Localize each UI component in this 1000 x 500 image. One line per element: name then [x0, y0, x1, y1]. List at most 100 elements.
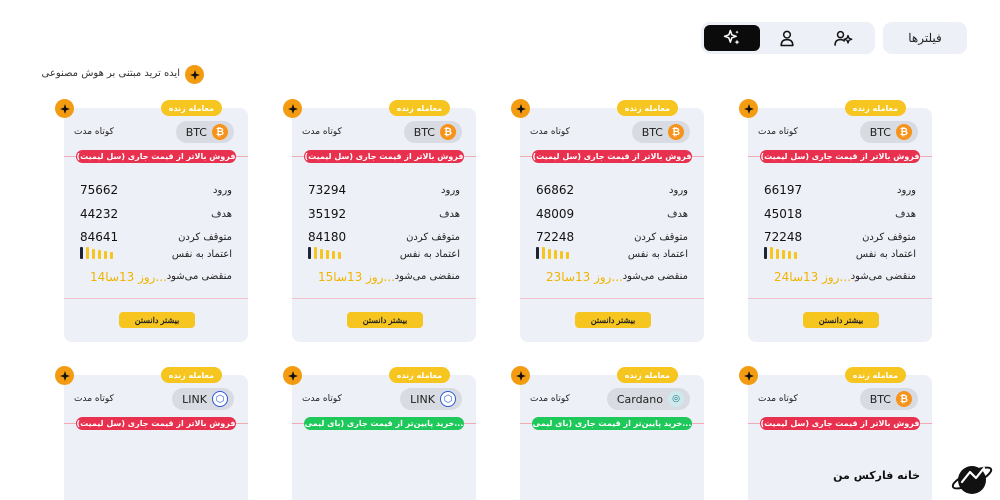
stop-label: متوقف کردن: [178, 232, 232, 243]
coin-chip[interactable]: Cardano ◎: [606, 388, 690, 410]
coin-chip[interactable]: BTC ₿: [859, 388, 918, 410]
confidence-bar: [98, 250, 101, 259]
confidence-bar: [776, 249, 779, 259]
ai-sparkle-icon: [185, 65, 204, 84]
coin-name: LINK: [182, 392, 207, 406]
coin-chip[interactable]: BTC ₿: [631, 121, 690, 143]
user-view-button[interactable]: [759, 25, 815, 51]
confidence-bar: [794, 252, 797, 259]
filters-button[interactable]: فیلترها: [883, 22, 967, 54]
term-label: کوتاه مدت: [74, 127, 114, 137]
coin-chip[interactable]: LINK ⬡: [172, 388, 234, 410]
trade-card[interactable]: معامله زنده کوتاه مدت BTC ₿ فروش بالاتر از ق…: [511, 99, 704, 342]
entry-label: ورود: [669, 185, 688, 196]
confidence-bar: [536, 247, 539, 259]
live-trade-badge: معامله زنده: [388, 367, 450, 383]
confidence-bar: [104, 251, 107, 259]
chainlink-icon: ⬡: [212, 391, 228, 407]
ai-sparkle-icon: [283, 99, 302, 118]
bitcoin-icon: ₿: [896, 124, 912, 140]
stop-value: 72248: [764, 230, 803, 244]
trade-card[interactable]: معامله زنده کوتاه مدت BTC ₿ فروش بالاتر از ق…: [739, 99, 932, 342]
page-root: فیلترها ایده ترید مبتنی بر هوش مصنوعی مع…: [0, 0, 1000, 500]
confidence-bar: [332, 251, 335, 259]
bitcoin-icon: ₿: [668, 124, 684, 140]
card-divider: [520, 298, 704, 299]
confidence-bar: [548, 249, 551, 259]
order-type-badge: فروش بالاتر از قیمت جاری (سل لیمیت): [760, 150, 920, 163]
chainlink-icon: ⬡: [440, 391, 456, 407]
coin-chip[interactable]: BTC ₿: [859, 121, 918, 143]
coin-chip[interactable]: LINK ⬡: [400, 388, 462, 410]
confidence-bar: [80, 247, 83, 259]
sparkles-icon: [723, 29, 740, 45]
expires-value: 24روز 13سا...: [774, 270, 851, 284]
bitcoin-icon: ₿: [212, 124, 228, 140]
trade-card[interactable]: معامله زنده کوتاه مدت LINK ⬡ فروش بالاتر از …: [55, 366, 248, 500]
trade-card[interactable]: معامله زنده کوتاه مدت BTC ₿ فروش بالاتر از ق…: [283, 99, 476, 342]
ai-view-button[interactable]: [704, 25, 760, 51]
live-trade-badge: معامله زنده: [616, 100, 678, 116]
confidence-bar: [320, 249, 323, 259]
order-type-badge: خرید پایین‌تر از قیمت جاری (بای لیمی...: [304, 417, 464, 430]
confidence-bar: [554, 250, 557, 259]
confidence-bar: [338, 252, 341, 259]
order-type-badge: فروش بالاتر از قیمت جاری (سل لیمیت): [760, 417, 920, 430]
ai-sparkle-icon: [55, 99, 74, 118]
ai-sparkle-icon: [739, 99, 758, 118]
term-label: کوتاه مدت: [530, 394, 570, 404]
expires-value: 14روز 13سا...: [90, 270, 167, 284]
user-sparkles-icon: [834, 30, 853, 46]
term-label: کوتاه مدت: [758, 127, 798, 137]
target-value: 45018: [764, 207, 803, 221]
confidence-bar: [566, 252, 569, 259]
coin-name: BTC: [869, 392, 891, 406]
entry-value: 73294: [308, 183, 347, 197]
confidence-bar: [308, 247, 311, 259]
expires-label: منقضی می‌شود: [166, 271, 232, 282]
brand-mark-icon: [951, 466, 993, 494]
entry-label: ورود: [213, 185, 232, 196]
live-trade-badge: معامله زنده: [160, 367, 222, 383]
trade-card[interactable]: معامله زنده کوتاه مدت BTC ₿ فروش بالاتر از ق…: [55, 99, 248, 342]
cardano-icon: ◎: [668, 391, 684, 407]
term-label: کوتاه مدت: [302, 127, 342, 137]
confidence-bar: [560, 251, 563, 259]
live-trade-badge: معامله زنده: [160, 100, 222, 116]
learn-more-button[interactable]: بیشتر دانستن: [347, 312, 423, 328]
top-bar: فیلترها: [0, 20, 1000, 56]
term-label: کوتاه مدت: [758, 394, 798, 404]
ai-sparkle-icon: [511, 99, 530, 118]
order-type-badge: فروش بالاتر از قیمت جاری (سل لیمیت): [304, 150, 464, 163]
trade-card[interactable]: معامله زنده کوتاه مدت LINK ⬡ خرید پایین‌تر ا…: [283, 366, 476, 500]
card-divider: [292, 298, 476, 299]
term-label: کوتاه مدت: [74, 394, 114, 404]
learn-more-button[interactable]: بیشتر دانستن: [119, 312, 195, 328]
confidence-bar: [542, 247, 545, 259]
trade-card[interactable]: معامله زنده کوتاه مدت Cardano ◎ خرید پایین‌ت…: [511, 366, 704, 500]
user-icon: [780, 30, 794, 47]
confidence-bar: [92, 249, 95, 259]
order-type-badge: فروش بالاتر از قیمت جاری (سل لیمیت): [532, 150, 692, 163]
stop-label: متوقف کردن: [406, 232, 460, 243]
view-mode-switch: [701, 22, 875, 54]
confidence-meter: [308, 247, 341, 259]
learn-more-button[interactable]: بیشتر دانستن: [575, 312, 651, 328]
learn-more-button[interactable]: بیشتر دانستن: [803, 312, 879, 328]
live-trade-badge: معامله زنده: [616, 367, 678, 383]
expires-label: منقضی می‌شود: [394, 271, 460, 282]
target-label: هدف: [211, 209, 232, 220]
brand-logo[interactable]: خانه فارکس من: [833, 456, 998, 496]
coin-chip[interactable]: BTC ₿: [175, 121, 234, 143]
target-value: 44232: [80, 207, 119, 221]
coin-name: BTC: [185, 125, 207, 139]
confidence-meter: [80, 247, 113, 259]
confidence-label: اعتماد به نفس: [627, 249, 688, 260]
coin-name: BTC: [413, 125, 435, 139]
user-ai-view-button[interactable]: [815, 25, 871, 51]
confidence-bar: [770, 247, 773, 259]
brand-name: خانه فارکس من: [833, 469, 920, 482]
live-trade-badge: معامله زنده: [844, 100, 906, 116]
coin-chip[interactable]: BTC ₿: [403, 121, 462, 143]
confidence-bar: [110, 252, 113, 259]
